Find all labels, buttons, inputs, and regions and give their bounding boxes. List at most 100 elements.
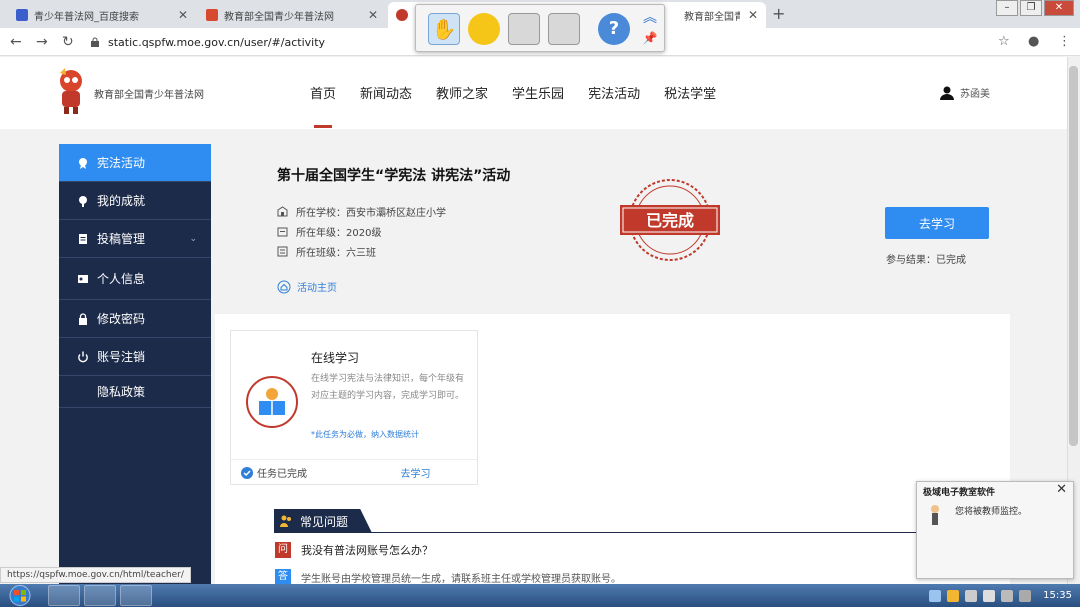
shield-icon: [396, 9, 408, 21]
window-close-icon[interactable]: ✕: [1044, 0, 1074, 16]
question-text: 我没有普法网账号怎么办？: [301, 544, 433, 557]
sidebar-item-delete-account[interactable]: 账号注销: [59, 338, 211, 376]
tab-title: 青少年普法网_百度搜索: [34, 11, 139, 23]
notification-title: 极域电子教室软件: [923, 488, 996, 498]
sidebar-item-label: 账号注销: [97, 350, 146, 364]
menu-dots-icon[interactable]: ⋮: [1058, 34, 1071, 49]
class-text: 所在班级：六三班: [296, 248, 376, 259]
faq-answer: 答 学生账号由学校管理员统一生成，请联系班主任或学校管理员获取账号。: [275, 569, 621, 584]
sidebar-item-label: 宪法活动: [97, 156, 146, 170]
chevron-down-icon[interactable]: ⌄: [189, 234, 197, 244]
status-url-bubble: https://qspfw.moe.gov.cn/html/teacher/: [0, 567, 191, 583]
windows-start-icon[interactable]: [2, 584, 38, 607]
nav-teachers[interactable]: 教师之家: [436, 83, 488, 128]
card-note: *此任务为必做，纳入数据统计: [311, 430, 419, 439]
close-icon[interactable]: ✕: [368, 8, 378, 22]
activity-title: 第十届全国学生“学宪法 讲宪法”活动: [277, 168, 511, 184]
tab-qspfw-1[interactable]: 教育部全国青少年普法网 ✕: [198, 2, 386, 28]
power-icon: [78, 351, 88, 362]
sidebar-item-submissions[interactable]: 投稿管理 ⌄: [59, 220, 211, 258]
task-done-text: 任务已完成: [257, 469, 307, 480]
pin-icon[interactable]: 📌: [640, 31, 660, 51]
notification-message: 您将被教师监控。: [955, 507, 1028, 517]
chat-bubble-icon[interactable]: [468, 13, 500, 45]
site-logo-text[interactable]: 教育部全国青少年普法网: [94, 86, 204, 101]
class-icon: [277, 246, 288, 257]
reload-icon[interactable]: ↻: [62, 34, 74, 50]
user-menu[interactable]: 苏函美: [940, 85, 990, 100]
tray-volume-icon[interactable]: [983, 589, 996, 602]
system-tray: 15:35: [923, 584, 1080, 607]
sidebar-item-label: 修改密码: [97, 312, 146, 326]
home-circle-icon: [277, 280, 291, 293]
card-title: 在线学习: [311, 351, 360, 365]
lock-icon: [79, 312, 87, 325]
sidebar: 宪法活动 我的成就 投稿管理 ⌄ 个人信息 修改密码 账号注销 隐私政策: [59, 144, 211, 584]
restore-icon[interactable]: ❐: [1020, 0, 1042, 16]
sidebar-item-change-password[interactable]: 修改密码: [59, 300, 211, 338]
back-arrow-icon[interactable]: ←: [10, 34, 22, 50]
sidebar-item-profile[interactable]: 个人信息: [59, 258, 211, 300]
trophy-icon: [79, 195, 87, 207]
lock-icon: [91, 37, 99, 47]
faq-question[interactable]: 问 我没有普法网账号怎么办？: [275, 542, 433, 558]
class-info: 所在班级：六三班: [277, 244, 376, 259]
scrollbar-thumb[interactable]: [1069, 66, 1078, 446]
tray-flag-icon[interactable]: [1001, 589, 1014, 602]
online-study-card: 在线学习 在线学习宪法与法律知识，每个年级有对应主题的学习内容，完成学习即可。 …: [230, 330, 478, 485]
grade-text: 所在年级：2020级: [296, 228, 382, 239]
school-info: 所在学校：西安市灞桥区赵庄小学: [277, 204, 446, 219]
reading-student-icon: [246, 376, 298, 428]
help-icon[interactable]: ?: [598, 13, 630, 45]
window-controls: – ❐ ✕: [996, 0, 1074, 16]
minimize-icon[interactable]: –: [996, 0, 1018, 16]
school-icon: [277, 206, 288, 217]
tray-search-icon[interactable]: [929, 589, 942, 602]
chevron-up-icon[interactable]: ︽: [640, 7, 660, 27]
sidebar-item-label: 我的成就: [97, 194, 146, 208]
nav-home[interactable]: 首页: [310, 83, 336, 128]
answer-badge: 答: [275, 569, 291, 584]
nav-students[interactable]: 学生乐园: [512, 83, 564, 128]
tray-network-icon[interactable]: [965, 589, 978, 602]
tray-display-icon[interactable]: [1019, 589, 1032, 602]
taskbar-clock[interactable]: 15:35: [1043, 590, 1072, 601]
go-study-button[interactable]: 去学习: [885, 207, 989, 239]
taskbar-excel-icon[interactable]: [84, 585, 116, 606]
taskbar-ie-icon[interactable]: [48, 585, 80, 606]
url-text: static.qspfw.moe.gov.cn/user/#/activity: [108, 35, 326, 49]
windows-taskbar: 15:35: [0, 584, 1080, 607]
close-icon[interactable]: ✕: [1056, 482, 1067, 497]
profile-icon[interactable]: ●: [1028, 34, 1039, 49]
faq-title: 常见问题: [300, 514, 349, 529]
bookmark-star-icon[interactable]: ☆: [998, 34, 1010, 49]
tab-title: 教育部全国青少年普法网: [224, 11, 334, 23]
card-go-study-link[interactable]: 去学习: [354, 465, 477, 480]
activity-home-link[interactable]: 活动主页: [277, 279, 337, 294]
main-nav: 首页 新闻动态 教师之家 学生乐园 宪法活动 税法学堂: [310, 83, 740, 128]
sidebar-item-achievements[interactable]: 我的成就: [59, 182, 211, 220]
taskbar-chrome-icon[interactable]: [120, 585, 152, 606]
tab-baidu-search[interactable]: 青少年普法网_百度搜索 ✕: [8, 2, 196, 28]
grade-icon: [277, 227, 288, 237]
raise-hand-icon[interactable]: ✋: [428, 13, 460, 45]
nav-tax-law[interactable]: 税法学堂: [664, 83, 716, 128]
card-description: 在线学习宪法与法律知识，每个年级有对应主题的学习内容，完成学习即可。: [311, 374, 465, 401]
new-tab-button[interactable]: +: [772, 4, 785, 23]
close-icon[interactable]: ✕: [178, 8, 188, 22]
sidebar-item-label: 隐私政策: [97, 385, 146, 399]
user-name: 苏函美: [960, 89, 990, 100]
sidebar-item-constitution-activity[interactable]: 宪法活动: [59, 144, 211, 182]
nav-constitution[interactable]: 宪法活动: [588, 83, 640, 128]
sidebar-item-privacy-policy[interactable]: 隐私政策: [59, 376, 211, 408]
close-icon[interactable]: ✕: [748, 8, 758, 22]
tray-app-icon[interactable]: [947, 589, 960, 602]
submit-file-icon[interactable]: [508, 13, 540, 45]
completed-stamp: 已完成: [620, 179, 720, 261]
forward-arrow-icon[interactable]: →: [36, 34, 48, 50]
card-footer: 任务已完成 去学习: [231, 459, 477, 485]
receive-file-icon[interactable]: [548, 13, 580, 45]
mascot-logo-icon[interactable]: [56, 67, 86, 115]
nav-news[interactable]: 新闻动态: [360, 83, 412, 128]
home-link-text: 活动主页: [297, 283, 337, 294]
